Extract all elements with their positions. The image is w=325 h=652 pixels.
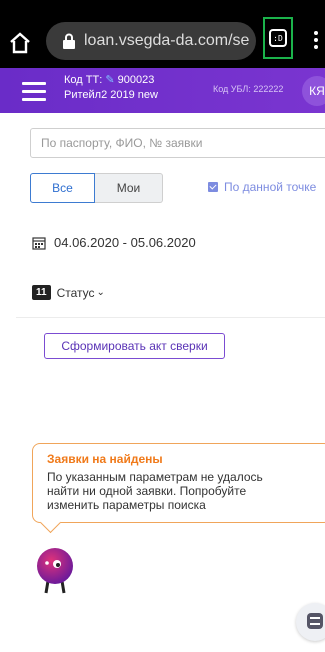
point-filter-checkbox[interactable]: По данной точке — [208, 180, 316, 194]
tabs-button[interactable]: :D — [263, 17, 293, 59]
url-text: loan.vsegda-da.com/se — [84, 32, 250, 49]
speech-bubble-tail — [39, 511, 62, 534]
hamburger-menu-icon[interactable] — [22, 82, 46, 101]
browser-menu-icon[interactable] — [313, 28, 319, 54]
chat-icon — [307, 613, 323, 629]
shop-name: Ритейл2 2019 new — [64, 89, 158, 101]
url-bar[interactable]: loan.vsegda-da.com/se — [46, 22, 256, 60]
owner-filter: Все Мои — [30, 173, 163, 203]
checkbox-checked-icon[interactable] — [208, 182, 218, 192]
app-header: Код ТТ: ✎ 900023 Ритейл2 2019 new Код УБ… — [0, 68, 325, 113]
empty-state-message: Заявки на найдены По указанным параметра… — [32, 443, 325, 534]
empty-state-title: Заявки на найдены — [47, 452, 163, 466]
kod-tt-value[interactable]: 900023 — [118, 74, 155, 86]
home-icon[interactable] — [8, 31, 32, 55]
status-count-badge: 11 — [32, 285, 51, 300]
status-filter[interactable]: 11 Статус ⌄ — [32, 285, 105, 300]
chat-button[interactable] — [296, 603, 325, 641]
date-range-picker[interactable]: 04.06.2020 - 05.06.2020 — [32, 235, 196, 250]
tabs-icon: :D — [269, 29, 287, 47]
ubl-code: Код УБЛ: 222222 — [213, 84, 284, 94]
mascot-image — [37, 548, 73, 594]
lock-icon — [63, 33, 75, 49]
filter-all-button[interactable]: Все — [30, 173, 95, 203]
status-label: Статус — [56, 285, 95, 300]
search-input[interactable]: По паспорту, ФИО, № заявки — [30, 128, 325, 158]
avatar[interactable]: КЯ — [302, 76, 325, 106]
divider — [16, 317, 325, 318]
chevron-down-icon: ⌄ — [96, 287, 105, 298]
create-reconciliation-act-button[interactable]: Сформировать акт сверки — [44, 333, 225, 359]
date-range-text: 04.06.2020 - 05.06.2020 — [54, 235, 196, 250]
empty-state-text: По указанным параметрам не удалось найти… — [47, 470, 263, 512]
calendar-icon — [32, 236, 46, 250]
pencil-icon[interactable]: ✎ — [105, 74, 114, 86]
filter-mine-button[interactable]: Мои — [95, 173, 163, 203]
store-info: Код ТТ: ✎ 900023 Ритейл2 2019 new — [64, 73, 158, 103]
kod-tt-label: Код ТТ: — [64, 74, 103, 86]
point-filter-label: По данной точке — [224, 180, 317, 194]
